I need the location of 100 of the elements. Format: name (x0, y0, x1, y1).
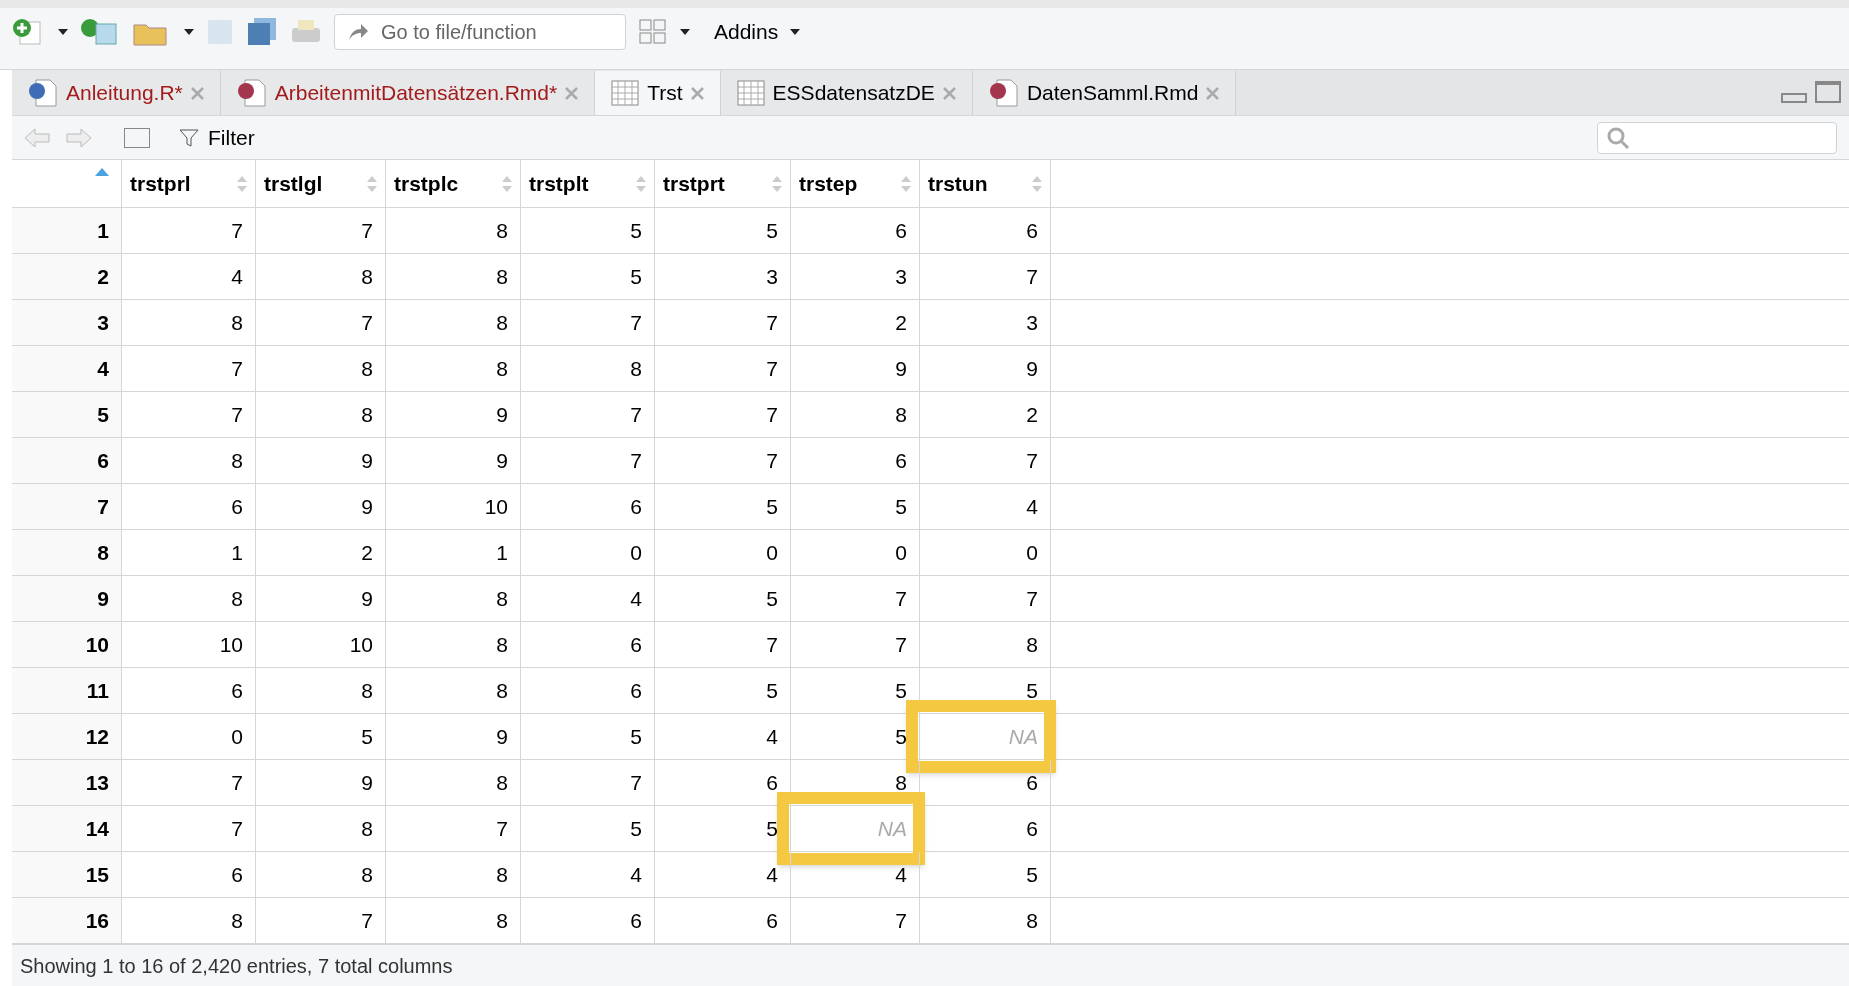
column-header[interactable]: trstun (920, 160, 1051, 207)
column-header[interactable]: trstplc (386, 160, 521, 207)
table-cell-text: 9 (496, 447, 508, 474)
table-cell-text: 7 (630, 309, 642, 336)
table-cell-text: 7 (895, 631, 907, 658)
tab-label: Anleitung.R* (66, 80, 183, 107)
column-header[interactable]: trstep (791, 160, 920, 207)
table-cell-text: 6 (1026, 815, 1038, 842)
table-cell-text: 5 (630, 263, 642, 290)
table-cell-text: 9 (496, 723, 508, 750)
forward-icon[interactable] (66, 126, 92, 149)
row-number: 16 (85, 907, 109, 934)
addins-menu[interactable]: Addins (714, 15, 779, 48)
table-cell-text: 7 (766, 631, 778, 658)
table-icon (611, 80, 640, 106)
table-cell-text: 8 (496, 217, 508, 244)
table-cell-text: 5 (1026, 861, 1038, 888)
table-cell-text: 6 (1026, 769, 1038, 796)
filter-button[interactable]: Filter (178, 121, 255, 154)
sort-icon (772, 175, 782, 192)
table-cell-text: NA (877, 815, 907, 842)
table-cell-text: 6 (766, 769, 778, 796)
close-icon[interactable] (565, 86, 579, 100)
table-cell-text: 4 (231, 263, 243, 290)
table-cell-text: 7 (630, 447, 642, 474)
table-cell-text: 7 (766, 355, 778, 382)
row-number: 9 (97, 585, 109, 612)
maximize-icon[interactable] (1815, 81, 1841, 103)
table-icon (736, 80, 765, 106)
row-number: 15 (85, 861, 109, 888)
table-cell-text: 5 (766, 677, 778, 704)
row-number: 2 (97, 263, 109, 290)
table-cell-text: 9 (361, 769, 373, 796)
row-number: 4 (97, 355, 109, 382)
table-cell-text: 6 (766, 907, 778, 934)
back-icon[interactable] (24, 126, 50, 149)
table-cell-text: 8 (361, 263, 373, 290)
save-icon[interactable] (206, 17, 234, 46)
table-cell-text: 8 (630, 355, 642, 382)
grid-icon[interactable] (638, 17, 668, 46)
caret-icon[interactable] (790, 28, 801, 35)
table-cell-text: 7 (1026, 585, 1038, 612)
row-number: 10 (85, 631, 109, 658)
caret-icon[interactable] (680, 28, 690, 35)
editor-tab[interactable]: Trst (595, 71, 721, 115)
table-cell-text: 7 (361, 309, 373, 336)
table-cell-text: 8 (231, 585, 243, 612)
table-cell-text: 6 (231, 677, 243, 704)
table-cell-text: 7 (630, 401, 642, 428)
close-icon[interactable] (190, 86, 204, 100)
table-cell-text: 5 (766, 493, 778, 520)
table-cell-text: 8 (231, 309, 243, 336)
column-header[interactable]: trstlgl (256, 160, 386, 207)
save-all-icon[interactable] (246, 16, 278, 47)
popout-icon[interactable] (124, 127, 150, 148)
column-header[interactable]: trstprt (655, 160, 791, 207)
row-number: 1 (97, 217, 109, 244)
close-icon[interactable] (690, 86, 704, 100)
table-cell-text: 1 (496, 539, 508, 566)
table-cell-text: 6 (630, 677, 642, 704)
table-cell-text: 6 (630, 631, 642, 658)
close-icon[interactable] (942, 86, 956, 100)
table-cell-text: 5 (630, 815, 642, 842)
go-to-file-field[interactable]: Go to file/function (334, 13, 626, 50)
table-cell-text: 10 (219, 631, 243, 658)
table-cell-text: 4 (630, 861, 642, 888)
sort-icon (901, 175, 911, 192)
sort-icon (636, 175, 646, 192)
table-cell-text: 0 (766, 539, 778, 566)
table-cell-text: 8 (361, 401, 373, 428)
table-cell-text: 9 (1026, 355, 1038, 382)
search-field[interactable] (1597, 121, 1837, 154)
table-cell-text: 0 (231, 723, 243, 750)
table-cell-text: 10 (349, 631, 373, 658)
table-cell-text: 8 (496, 585, 508, 612)
column-header[interactable]: trstplt (521, 160, 655, 207)
close-icon[interactable] (1206, 86, 1220, 100)
minimize-icon[interactable] (1781, 93, 1807, 103)
table-cell-text: 7 (895, 585, 907, 612)
filter-icon (178, 126, 200, 149)
table-cell-text: 8 (895, 769, 907, 796)
table-cell-text: 8 (231, 447, 243, 474)
row-number: 3 (97, 309, 109, 336)
table-cell-text: 0 (630, 539, 642, 566)
column-header[interactable]: trstprl (122, 160, 256, 207)
table-cell-text: 2 (1026, 401, 1038, 428)
sort-icon (237, 175, 247, 192)
table-cell-text: 10 (484, 493, 508, 520)
caret-icon[interactable] (184, 28, 194, 35)
table-cell-text: 4 (895, 861, 907, 888)
table-cell-text: 0 (895, 539, 907, 566)
table-cell-text: 8 (1026, 907, 1038, 934)
caret-icon[interactable] (58, 28, 68, 35)
table-cell-text: 7 (895, 907, 907, 934)
table-cell-text: 8 (496, 769, 508, 796)
table-cell-text: 9 (361, 585, 373, 612)
table-cell-text: 6 (895, 217, 907, 244)
table-cell-text: 5 (766, 217, 778, 244)
table-cell-text: 3 (766, 263, 778, 290)
table-cell-text: 8 (231, 907, 243, 934)
